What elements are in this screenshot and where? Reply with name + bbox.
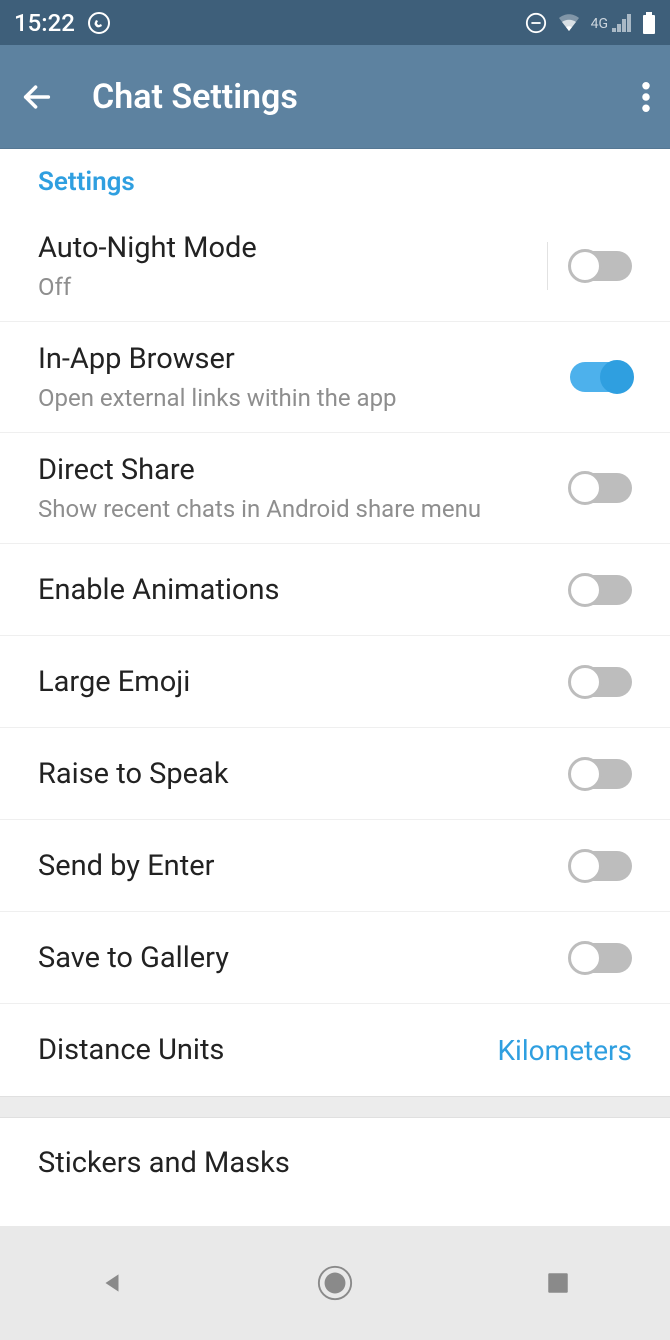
row-title: Save to Gallery	[38, 941, 570, 975]
battery-icon	[642, 12, 656, 34]
row-title: Stickers and Masks	[38, 1146, 290, 1180]
status-bar: 15:22 4G	[0, 0, 670, 45]
row-direct-share[interactable]: Direct Share Show recent chats in Androi…	[0, 433, 670, 544]
row-subtitle: Open external links within the app	[38, 384, 570, 412]
section-gap	[0, 1096, 670, 1118]
toggle-in-app-browser[interactable]	[570, 362, 632, 392]
row-distance-units[interactable]: Distance Units Kilometers	[0, 1004, 670, 1096]
toggle-auto-night[interactable]	[570, 251, 632, 281]
row-raise-to-speak[interactable]: Raise to Speak	[0, 728, 670, 820]
app-bar: Chat Settings	[0, 45, 670, 149]
toggle-enable-animations[interactable]	[570, 575, 632, 605]
row-title: Large Emoji	[38, 665, 570, 699]
vertical-divider	[547, 242, 548, 290]
row-value: Kilometers	[497, 1034, 632, 1067]
row-title: Auto-Night Mode	[38, 231, 525, 265]
settings-list: Settings Auto-Night Mode Off In-App Brow…	[0, 149, 670, 1226]
row-stickers-and-masks[interactable]: Stickers and Masks	[0, 1118, 670, 1208]
row-send-by-enter[interactable]: Send by Enter	[0, 820, 670, 912]
back-icon[interactable]	[20, 80, 54, 114]
toggle-large-emoji[interactable]	[570, 667, 632, 697]
row-in-app-browser[interactable]: In-App Browser Open external links withi…	[0, 322, 670, 433]
toggle-direct-share[interactable]	[570, 473, 632, 503]
toggle-send-by-enter[interactable]	[570, 851, 632, 881]
android-nav-bar	[0, 1226, 670, 1340]
toggle-raise-to-speak[interactable]	[570, 759, 632, 789]
row-subtitle: Off	[38, 273, 525, 301]
more-icon[interactable]	[642, 82, 650, 112]
row-title: In-App Browser	[38, 342, 570, 376]
wifi-icon	[557, 13, 581, 33]
row-title: Send by Enter	[38, 849, 570, 883]
do-not-disturb-icon	[525, 12, 547, 34]
status-time: 15:22	[14, 9, 75, 37]
row-title: Raise to Speak	[38, 757, 570, 791]
whatsapp-icon	[87, 11, 111, 35]
page-title: Chat Settings	[92, 77, 298, 117]
row-enable-animations[interactable]: Enable Animations	[0, 544, 670, 636]
toggle-save-to-gallery[interactable]	[570, 943, 632, 973]
cellular-4g-icon: 4G	[591, 14, 632, 32]
row-title: Direct Share	[38, 453, 570, 487]
section-header-settings: Settings	[0, 149, 670, 211]
row-title: Distance Units	[38, 1033, 497, 1067]
row-large-emoji[interactable]: Large Emoji	[0, 636, 670, 728]
nav-home-button[interactable]	[275, 1253, 395, 1313]
nav-recent-button[interactable]	[498, 1253, 618, 1313]
row-auto-night-mode[interactable]: Auto-Night Mode Off	[0, 211, 670, 322]
row-subtitle: Show recent chats in Android share menu	[38, 495, 570, 523]
row-title: Enable Animations	[38, 573, 570, 607]
row-save-to-gallery[interactable]: Save to Gallery	[0, 912, 670, 1004]
nav-back-button[interactable]	[52, 1253, 172, 1313]
